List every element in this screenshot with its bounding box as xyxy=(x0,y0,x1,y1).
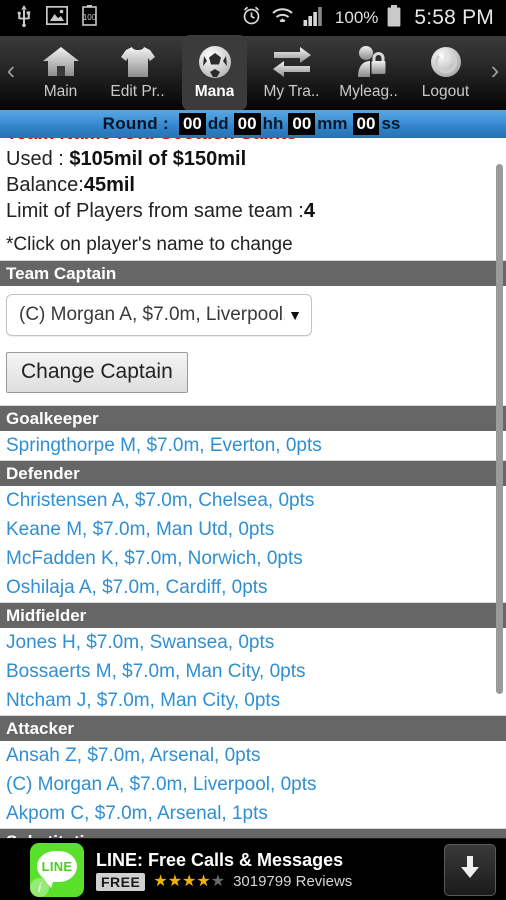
battery-icon xyxy=(387,4,401,32)
player-link[interactable]: Springthorpe M, $7.0m, Everton, 0pts xyxy=(0,431,506,460)
click-hint: *Click on player's name to change xyxy=(6,234,293,255)
nav-item-my-transfers[interactable]: My Tra.. xyxy=(253,36,330,109)
nav-item-logout-label: Logout xyxy=(421,83,470,100)
player-link[interactable]: Ansah Z, $7.0m, Arsenal, 0pts xyxy=(0,741,506,770)
used-value: $105mil of $150mil xyxy=(69,148,247,170)
countdown-hours-value: 00 xyxy=(233,113,261,135)
player-link[interactable]: Keane M, $7.0m, Man Utd, 0pts xyxy=(0,515,506,544)
squad-list: Goalkeeper Springthorpe M, $7.0m, Everton… xyxy=(0,405,506,838)
section-header: Substitution xyxy=(0,828,506,838)
countdown-days-value: 00 xyxy=(178,113,206,135)
used-line: Used : $105mil of $150mil xyxy=(6,146,500,172)
captain-select[interactable]: (C) Morgan A, $7.0m, Liverpool, 0pts ▼ xyxy=(6,294,312,336)
alarm-icon xyxy=(241,5,262,31)
usb-icon xyxy=(16,4,32,32)
round-countdown-bar: Round : 00 dd 00 hh 00 mm 00 ss xyxy=(0,110,506,138)
ad-info-icon[interactable]: i xyxy=(30,877,49,897)
ad-subline: FREE ★★★★★ 3019799 Reviews xyxy=(96,872,432,891)
signal-icon xyxy=(303,6,326,31)
change-captain-wrap: Change Captain xyxy=(0,340,506,405)
countdown-seconds-value: 00 xyxy=(352,113,380,135)
ad-content: LINE i LINE: Free Calls & Messages FREE … xyxy=(0,842,506,897)
section-header: Goalkeeper xyxy=(0,405,506,431)
nav-prev-chevron-icon[interactable]: ‹ xyxy=(0,36,22,109)
balance-line: Balance:45mil xyxy=(6,172,500,198)
limit-line: Limit of Players from same team :4 xyxy=(6,198,500,224)
battery-badge-text: 100 xyxy=(83,13,97,22)
ad-rating-stars: ★★★★★ xyxy=(153,872,226,890)
countdown-minutes-value: 00 xyxy=(288,113,316,135)
player-link[interactable]: McFadden K, $7.0m, Norwich, 0pts xyxy=(0,544,506,573)
nav-item-main[interactable]: Main xyxy=(22,36,99,109)
shirt-icon xyxy=(120,41,156,83)
ad-text-block: LINE: Free Calls & Messages FREE ★★★★★ 3… xyxy=(96,849,432,891)
ad-title: LINE: Free Calls & Messages xyxy=(96,849,344,870)
line-logo-text: LINE xyxy=(37,850,77,888)
section-header: Attacker xyxy=(0,715,506,741)
ad-reviews-count: 3019799 Reviews xyxy=(233,872,353,890)
team-name-label: Team Name :Old Scottish Saints xyxy=(6,138,297,144)
round-label: Round : xyxy=(102,114,169,133)
wifi-icon xyxy=(271,6,294,31)
top-nav-bar: ‹ Main Edit Pr.. Mana My Tra.. Myleag.. … xyxy=(0,35,506,111)
status-bar: 100 100% 5:58 PM xyxy=(0,0,506,36)
page-content: Team Name :Old Scottish Saints Used : $1… xyxy=(0,138,506,838)
budget-info: Used : $105mil of $150mil Balance:45mil … xyxy=(0,144,506,224)
nav-next-chevron-icon[interactable]: › xyxy=(484,36,506,109)
player-link[interactable]: Christensen A, $7.0m, Chelsea, 0pts xyxy=(0,486,506,515)
player-link[interactable]: Ntcham J, $7.0m, Man City, 0pts xyxy=(0,686,506,715)
nav-item-edit-profile[interactable]: Edit Pr.. xyxy=(99,36,176,109)
section-header: Midfielder xyxy=(0,602,506,628)
nav-item-manage-label: Mana xyxy=(194,83,235,100)
home-icon xyxy=(42,41,80,83)
balance-value: 45mil xyxy=(83,174,135,196)
ad-download-button[interactable] xyxy=(444,843,496,896)
player-link[interactable]: Jones H, $7.0m, Swansea, 0pts xyxy=(0,628,506,657)
countdown-hours-unit: hh xyxy=(262,114,284,133)
status-bar-left-icons: 100 xyxy=(0,4,97,32)
captain-select-value: (C) Morgan A, $7.0m, Liverpool, 0pts xyxy=(19,304,285,325)
player-link[interactable]: Bossaerts M, $7.0m, Man City, 0pts xyxy=(0,657,506,686)
limit-label: Limit of Players from same team : xyxy=(6,200,304,222)
nav-item-edit-profile-label: Edit Pr.. xyxy=(110,83,165,100)
vertical-scrollbar[interactable] xyxy=(496,164,503,694)
phone-screen: 100 100% 5:58 PM ‹ Main Edit Pr.. Mana M… xyxy=(0,0,506,900)
team-name-row: Team Name :Old Scottish Saints xyxy=(0,138,506,144)
chevron-down-icon: ▼ xyxy=(288,307,302,323)
ad-banner[interactable]: LINE i LINE: Free Calls & Messages FREE … xyxy=(0,838,506,900)
nav-item-manage[interactable]: Mana xyxy=(176,35,253,111)
limit-value: 4 xyxy=(303,200,315,222)
image-icon xyxy=(45,5,69,30)
player-link[interactable]: Akpom C, $7.0m, Arsenal, 1pts xyxy=(0,799,506,828)
change-captain-button[interactable]: Change Captain xyxy=(6,352,188,393)
nav-item-logout[interactable]: Logout xyxy=(407,36,484,109)
battery-full-icon: 100 xyxy=(82,5,97,31)
battery-percent-label: 100% xyxy=(334,8,379,27)
nav-item-my-league[interactable]: Myleag.. xyxy=(330,36,407,109)
nav-item-main-label: Main xyxy=(43,83,78,100)
ad-free-badge: FREE xyxy=(96,872,146,891)
power-icon xyxy=(428,41,464,83)
person-lock-icon xyxy=(350,41,388,83)
clock-label: 5:58 PM xyxy=(414,6,494,29)
soccer-ball-icon xyxy=(196,41,234,83)
player-link[interactable]: Oshilaja A, $7.0m, Cardiff, 0pts xyxy=(0,573,506,602)
status-bar-right-icons: 100% 5:58 PM xyxy=(241,4,506,32)
line-app-icon: LINE i xyxy=(30,842,84,897)
download-arrow-icon xyxy=(456,853,484,886)
section-header: Defender xyxy=(0,460,506,486)
balance-label: Balance: xyxy=(6,174,84,196)
nav-item-my-league-label: Myleag.. xyxy=(339,83,398,100)
transfer-arrows-icon xyxy=(272,41,312,83)
countdown-minutes-unit: mm xyxy=(317,114,348,133)
countdown-days-unit: dd xyxy=(207,114,229,133)
nav-item-my-transfers-label: My Tra.. xyxy=(263,83,320,100)
player-link[interactable]: (C) Morgan A, $7.0m, Liverpool, 0pts xyxy=(0,770,506,799)
countdown-seconds-unit: ss xyxy=(381,114,401,133)
captain-select-wrap: (C) Morgan A, $7.0m, Liverpool, 0pts ▼ xyxy=(0,286,506,340)
used-label: Used : xyxy=(6,148,70,170)
nav-items: Main Edit Pr.. Mana My Tra.. Myleag.. Lo… xyxy=(22,35,484,111)
section-header-team-captain: Team Captain xyxy=(0,260,506,286)
